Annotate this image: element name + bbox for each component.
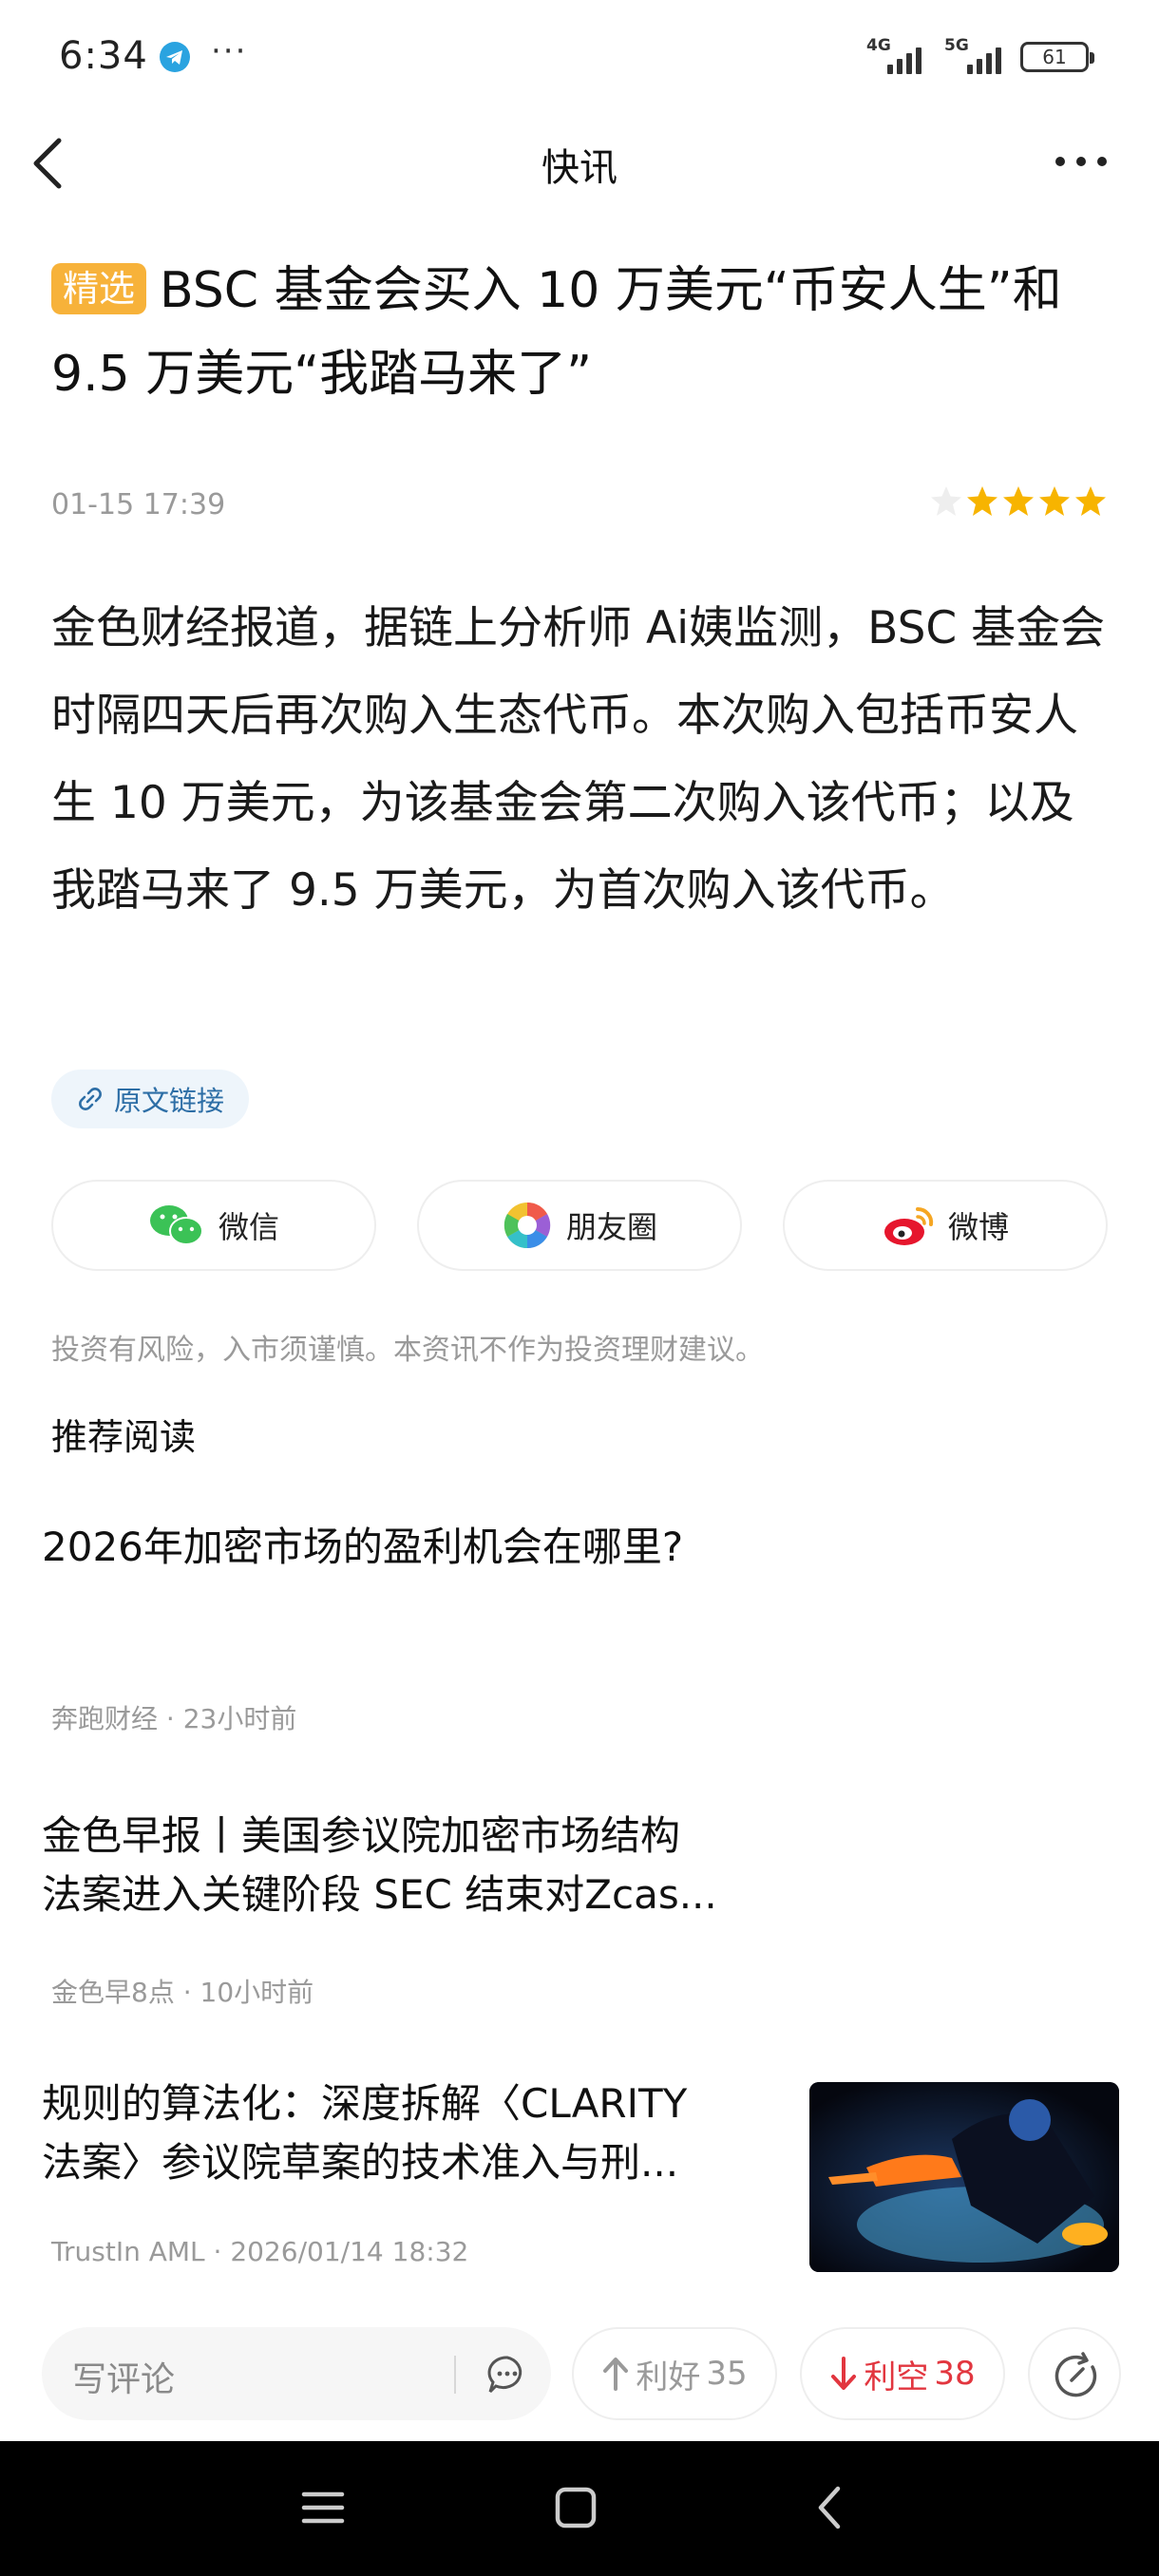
star-filled-icon bbox=[1075, 486, 1106, 516]
share-row: 微信 朋友圈 微博 bbox=[51, 1180, 1108, 1271]
article-source: TrustIn AML bbox=[51, 2236, 205, 2267]
top-nav-bar: 快讯 bbox=[0, 112, 1159, 217]
status-time: 6:34 bbox=[59, 34, 148, 78]
article-time: 23小时前 bbox=[182, 1703, 297, 1734]
article-title: 2026年加密市场的盈利机会在哪里? bbox=[42, 1518, 683, 1577]
bullish-vote-button[interactable]: 利好 35 bbox=[572, 2327, 777, 2420]
importance-rating bbox=[929, 484, 1108, 522]
share-moments-button[interactable]: 朋友圈 bbox=[417, 1180, 742, 1271]
home-icon[interactable] bbox=[551, 2481, 600, 2538]
article-headline: 精选 BSC 基金会买入 10 万美元“币安人生”和 9.5 万美元“我踏马来了” bbox=[51, 249, 1115, 416]
article-title: 规则的算法化：深度拆解〈CLARITY 法案〉参议院草案的技术准入与刑... bbox=[42, 2074, 687, 2192]
bottom-action-bar: 写评论 利好 35 利空 38 bbox=[0, 2318, 1159, 2441]
bullish-count: 35 bbox=[706, 2355, 748, 2393]
article-title-line: 2026年加密市场的盈利机会在哪里? bbox=[42, 1524, 684, 1570]
recommended-article[interactable]: 2026年加密市场的盈利机会在哪里? 奔跑财经 · 23小时前 bbox=[0, 1518, 1159, 1746]
article-source: 奔跑财经 bbox=[51, 1703, 159, 1734]
moments-icon bbox=[504, 1202, 551, 1249]
article-title-line: 法案进入关键阶段 SEC 结束对Zcas... bbox=[42, 1871, 717, 1918]
bullish-label: 利好 bbox=[636, 2358, 701, 2396]
source-link-button[interactable]: 原文链接 bbox=[51, 1070, 250, 1128]
article-title-line: 规则的算法化：深度拆解〈CLARITY bbox=[42, 2080, 688, 2127]
article-meta: 金色早8点 · 10小时前 bbox=[51, 1977, 314, 2008]
featured-badge: 精选 bbox=[51, 263, 147, 314]
battery-icon: 61 bbox=[1020, 42, 1094, 72]
page-title: 快讯 bbox=[542, 146, 618, 190]
system-navigation-bar bbox=[0, 2441, 1159, 2576]
comment-bubble-icon[interactable] bbox=[486, 2354, 528, 2396]
article-source: 金色早8点 bbox=[51, 1977, 175, 2008]
share-refresh-button[interactable] bbox=[1028, 2327, 1121, 2420]
comment-placeholder: 写评论 bbox=[72, 2360, 176, 2399]
article-time: 2026/01/14 18:32 bbox=[230, 2236, 469, 2267]
bearish-label: 利空 bbox=[864, 2358, 929, 2396]
risk-disclaimer: 投资有风险，入市须谨慎。本资讯不作为投资理财建议。 bbox=[51, 1334, 764, 1367]
more-options-icon[interactable] bbox=[1051, 141, 1112, 182]
article-time: 10小时前 bbox=[200, 1977, 314, 2008]
bearish-vote-button[interactable]: 利空 38 bbox=[800, 2327, 1005, 2420]
battery-level: 61 bbox=[1042, 46, 1067, 68]
refresh-icon bbox=[1054, 2352, 1097, 2397]
star-filled-icon bbox=[1039, 486, 1070, 516]
status-bar: 6:34 ··· 4G 5G 61 bbox=[0, 0, 1159, 112]
article-body: 金色财经报道，据链上分析师 Ai姨监测，BSC 基金会时隔四天后再次购入生态代币… bbox=[51, 602, 1106, 917]
article-thumbnail-image[interactable] bbox=[809, 2082, 1119, 2272]
wechat-icon bbox=[149, 1205, 203, 1245]
divider bbox=[454, 2356, 456, 2394]
link-icon bbox=[79, 1088, 102, 1110]
signal-5g-label: 5G bbox=[944, 36, 969, 55]
article-title-line: 金色早报丨美国参议院加密市场结构 bbox=[42, 1812, 681, 1859]
headline-text: BSC 基金会买入 10 万美元“币安人生”和 9.5 万美元“我踏马来了” bbox=[51, 262, 1062, 403]
recommended-heading: 推荐阅读 bbox=[51, 1416, 197, 1458]
article-title: 金色早报丨美国参议院加密市场结构 法案进入关键阶段 SEC 结束对Zcas... bbox=[42, 1807, 717, 1924]
down-arrow-icon bbox=[831, 2357, 857, 2390]
share-weibo-label: 微博 bbox=[947, 1209, 1009, 1245]
star-filled-icon bbox=[1003, 486, 1034, 516]
share-wechat-label: 微信 bbox=[218, 1209, 279, 1245]
weibo-icon bbox=[884, 1206, 934, 1245]
source-link-label: 原文链接 bbox=[114, 1085, 225, 1117]
share-weibo-button[interactable]: 微博 bbox=[783, 1180, 1108, 1271]
share-wechat-button[interactable]: 微信 bbox=[51, 1180, 376, 1271]
article-meta: 奔跑财经 · 23小时前 bbox=[51, 1703, 297, 1734]
back-icon[interactable] bbox=[806, 2481, 855, 2538]
telegram-icon bbox=[160, 42, 190, 72]
star-filled-icon bbox=[967, 486, 998, 516]
bearish-count: 38 bbox=[934, 2355, 976, 2393]
article-title-line: 法案〉参议院草案的技术准入与刑... bbox=[42, 2139, 679, 2186]
signal-4g-label: 4G bbox=[866, 36, 891, 55]
up-arrow-icon bbox=[603, 2358, 629, 2391]
signal-5g-icon: 5G bbox=[940, 36, 1009, 74]
menu-icon[interactable] bbox=[298, 2481, 348, 2538]
star-empty-icon bbox=[931, 486, 961, 516]
signal-4g-icon: 4G bbox=[863, 36, 929, 74]
share-moments-label: 朋友圈 bbox=[565, 1209, 657, 1245]
comment-input[interactable]: 写评论 bbox=[42, 2327, 551, 2420]
article-meta: TrustIn AML · 2026/01/14 18:32 bbox=[51, 2236, 469, 2267]
recommended-article[interactable]: 金色早报丨美国参议院加密市场结构 法案进入关键阶段 SEC 结束对Zcas...… bbox=[0, 1807, 1159, 2016]
publish-date: 01-15 17:39 bbox=[51, 488, 226, 521]
more-notifications-icon: ··· bbox=[211, 32, 248, 70]
